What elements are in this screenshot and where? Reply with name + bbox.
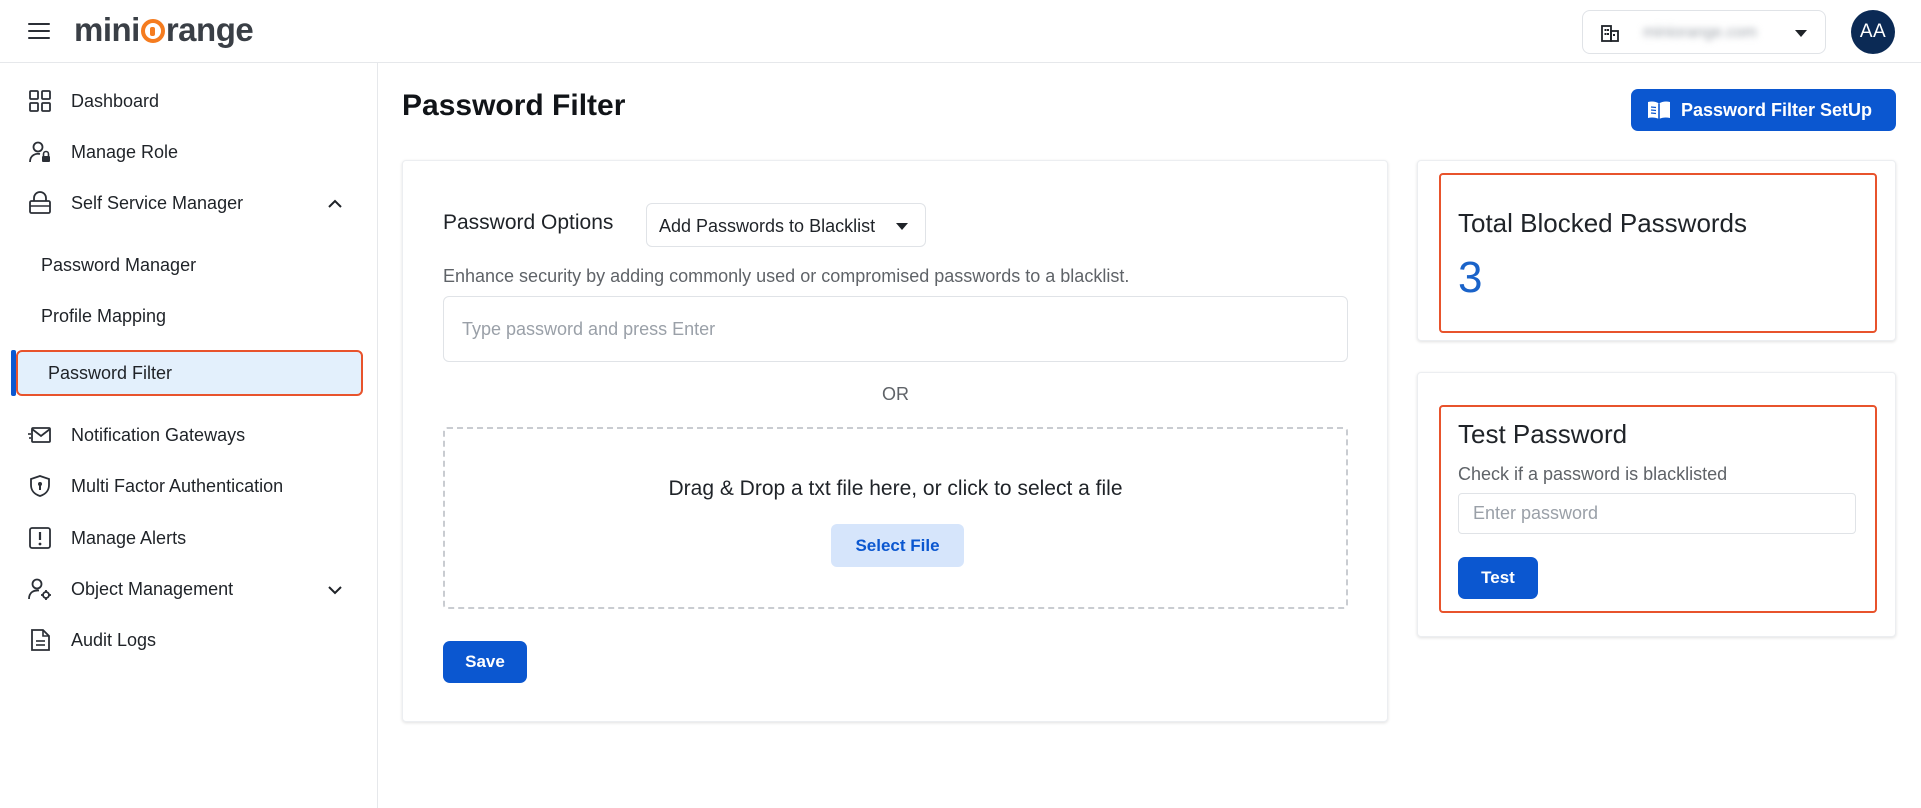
sidebar-item-profile-mapping[interactable]: Profile Mapping	[0, 295, 378, 335]
or-divider: OR	[882, 384, 909, 404]
chevron-down-icon[interactable]	[325, 580, 345, 600]
sidebar: Dashboard Manage Role Self Service Manag…	[0, 63, 378, 808]
sidebar-item-password-filter[interactable]: Password Filter	[0, 350, 378, 396]
total-blocked-card: Total Blocked Passwords 3	[1417, 160, 1896, 341]
sidebar-item-self-service-manager[interactable]: Self Service Manager	[0, 180, 378, 226]
top-bar: mini range miniorange.com AA	[0, 0, 1921, 63]
sidebar-item-dashboard[interactable]: Dashboard	[0, 78, 378, 124]
select-file-button[interactable]: Select File	[831, 524, 964, 567]
password-options-label: Password Options	[443, 211, 614, 234]
document-icon	[31, 629, 50, 651]
lock-icon	[29, 191, 51, 214]
dashboard-grid-icon	[29, 90, 51, 112]
sidebar-item-audit-logs[interactable]: Audit Logs	[0, 617, 378, 663]
total-blocked-count: 3	[1458, 253, 1483, 302]
organization-name: miniorange.com	[1643, 24, 1757, 41]
file-dropzone[interactable]: Drag & Drop a txt file here, or click to…	[443, 427, 1348, 609]
sidebar-item-manage-alerts[interactable]: Manage Alerts	[0, 515, 378, 561]
test-button[interactable]: Test	[1458, 557, 1538, 599]
logo-o-icon	[140, 19, 165, 43]
sidebar-item-notification-gateways[interactable]: Notification Gateways	[0, 412, 378, 458]
test-password-input[interactable]	[1458, 493, 1856, 534]
blacklist-password-input[interactable]	[443, 296, 1348, 362]
password-filter-card: Password Options Add Passwords to Blackl…	[402, 160, 1388, 722]
chevron-down-icon	[1795, 30, 1807, 37]
password-options-select[interactable]: Add Passwords to Blacklist	[646, 203, 926, 247]
menu-icon[interactable]	[28, 22, 52, 40]
organization-select[interactable]: miniorange.com	[1582, 10, 1826, 54]
test-password-description: Check if a password is blacklisted	[1458, 464, 1728, 484]
description-text: Enhance security by adding commonly used…	[443, 266, 1130, 286]
save-button[interactable]: Save	[443, 641, 527, 683]
chevron-up-icon[interactable]	[325, 194, 345, 214]
password-filter-setup-button[interactable]: Password Filter SetUp	[1631, 89, 1896, 131]
sidebar-item-manage-role[interactable]: Manage Role	[0, 129, 378, 175]
page-title: Password Filter	[402, 89, 626, 122]
building-icon	[1601, 25, 1619, 42]
test-password-highlight: Test Password Check if a password is bla…	[1439, 405, 1877, 613]
total-blocked-highlight: Total Blocked Passwords 3	[1439, 173, 1877, 333]
user-lock-icon	[29, 141, 50, 163]
book-icon	[1648, 101, 1670, 119]
chevron-down-icon	[896, 223, 908, 230]
logo: mini range	[74, 11, 254, 48]
test-password-card: Test Password Check if a password is bla…	[1417, 372, 1896, 637]
sidebar-item-password-manager[interactable]: Password Manager	[0, 244, 378, 284]
sidebar-item-object-management[interactable]: Object Management	[0, 566, 378, 612]
shield-icon	[30, 475, 50, 497]
user-gear-icon	[28, 578, 51, 600]
sidebar-item-multi-factor-authentication[interactable]: Multi Factor Authentication	[0, 463, 378, 509]
test-password-title: Test Password	[1458, 419, 1628, 449]
envelope-send-icon	[28, 427, 51, 443]
alert-icon	[29, 527, 51, 549]
dropzone-text: Drag & Drop a txt file here, or click to…	[668, 477, 1123, 500]
avatar[interactable]: AA	[1851, 10, 1895, 54]
total-blocked-title: Total Blocked Passwords	[1458, 208, 1748, 238]
